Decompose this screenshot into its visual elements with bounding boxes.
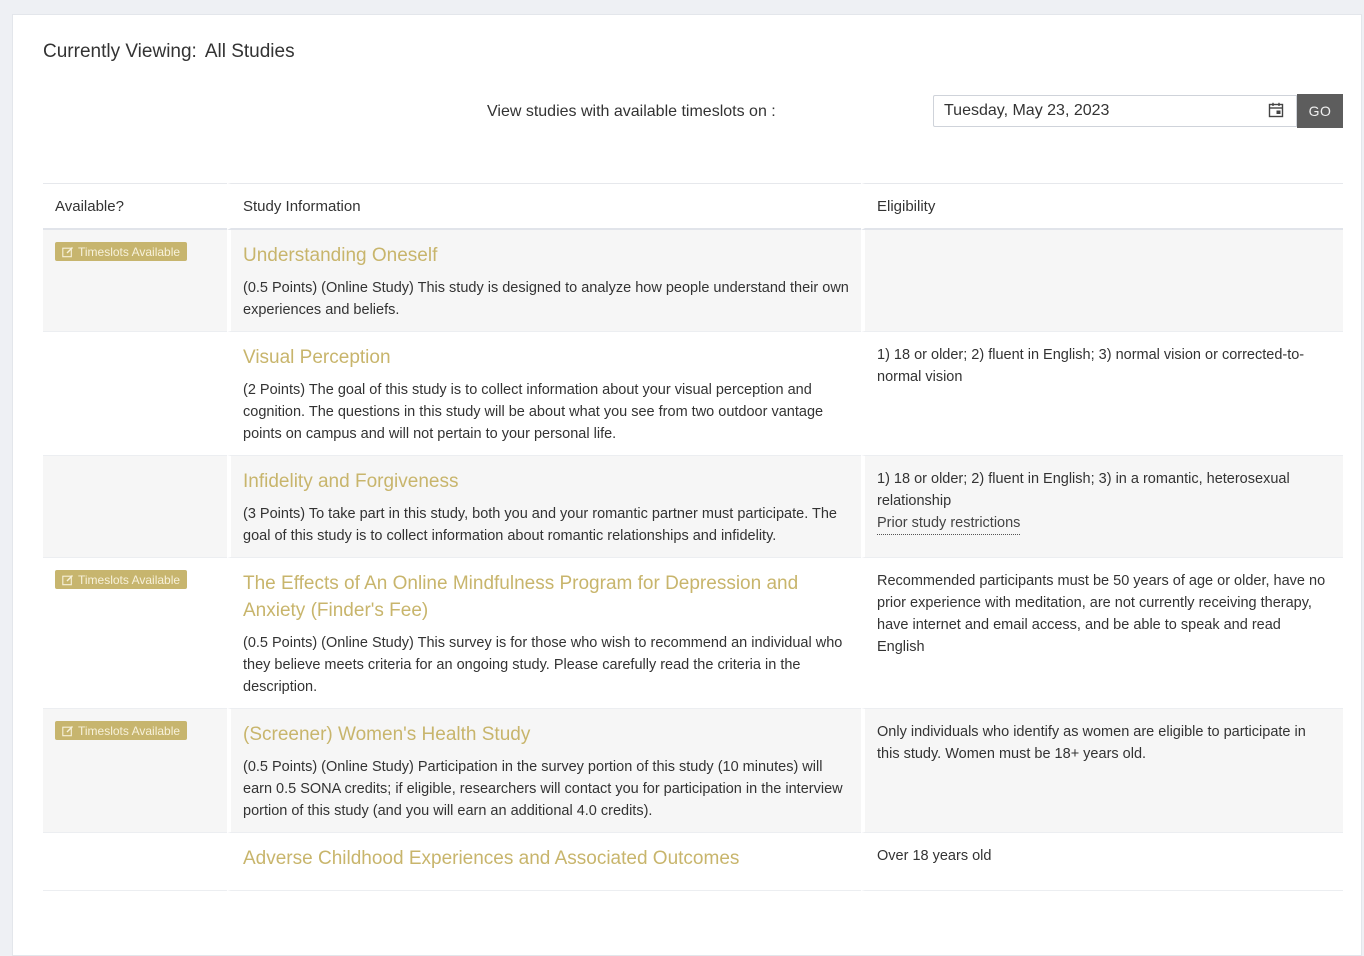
availability-cell: [43, 833, 227, 891]
date-filter: Tuesday, May 23, 2023 GO: [933, 94, 1343, 129]
timeslots-available-badge[interactable]: Timeslots Available: [55, 242, 188, 261]
column-header-eligibility: Eligibility: [861, 183, 1343, 230]
edit-icon: [62, 725, 73, 736]
timeslots-available-badge[interactable]: Timeslots Available: [55, 721, 188, 740]
study-title-link[interactable]: The Effects of An Online Mindfulness Pro…: [243, 570, 849, 624]
table-row: Timeslots Available (Screener) Women's He…: [43, 709, 1343, 833]
eligibility-cell: Recommended participants must be 50 year…: [861, 558, 1343, 709]
availability-cell: Timeslots Available: [43, 558, 227, 709]
availability-cell: [43, 456, 227, 558]
study-info-cell: Infidelity and Forgiveness (3 Points) To …: [227, 456, 861, 558]
column-header-study-information: Study Information: [227, 183, 861, 230]
date-input[interactable]: Tuesday, May 23, 2023: [933, 95, 1297, 127]
eligibility-cell: Over 18 years old: [861, 833, 1343, 891]
calendar-icon[interactable]: [1268, 102, 1284, 118]
edit-icon: [62, 246, 73, 257]
study-title-link[interactable]: Understanding Oneself: [243, 242, 849, 269]
timeslot-filter-label: View studies with available timeslots on…: [487, 103, 776, 120]
eligibility-cell: [861, 230, 1343, 332]
study-description: (0.5 Points) (Online Study) Participatio…: [243, 759, 843, 819]
eligibility-text: Over 18 years old: [877, 848, 992, 864]
table-row: Timeslots Available Understanding Oneself…: [43, 230, 1343, 332]
edit-icon: [62, 574, 73, 585]
study-description: (2 Points) The goal of this study is to …: [243, 382, 824, 442]
eligibility-text: 1) 18 or older; 2) fluent in English; 3)…: [877, 347, 1305, 385]
go-button[interactable]: GO: [1297, 94, 1343, 128]
timeslots-available-badge[interactable]: Timeslots Available: [55, 570, 188, 589]
badge-label: Timeslots Available: [78, 244, 181, 259]
study-title-link[interactable]: Visual Perception: [243, 344, 849, 371]
studies-table: Available? Study Information Eligibility…: [43, 183, 1343, 891]
badge-label: Timeslots Available: [78, 723, 181, 738]
viewing-label: Currently Viewing:: [43, 41, 197, 62]
study-title-link[interactable]: (Screener) Women's Health Study: [243, 721, 849, 748]
eligibility-text: 1) 18 or older; 2) fluent in English; 3)…: [877, 471, 1290, 509]
table-row: Timeslots Available The Effects of An Onl…: [43, 558, 1343, 709]
study-title-link[interactable]: Infidelity and Forgiveness: [243, 468, 849, 495]
eligibility-cell: 1) 18 or older; 2) fluent in English; 3)…: [861, 332, 1343, 456]
eligibility-text: Recommended participants must be 50 year…: [877, 573, 1326, 655]
study-info-cell: The Effects of An Online Mindfulness Pro…: [227, 558, 861, 709]
study-info-cell: Visual Perception (2 Points) The goal of …: [227, 332, 861, 456]
table-row: Visual Perception (2 Points) The goal of …: [43, 332, 1343, 456]
table-row: Infidelity and Forgiveness (3 Points) To …: [43, 456, 1343, 558]
prior-study-restrictions-link[interactable]: Prior study restrictions: [877, 512, 1021, 535]
currently-viewing: Currently Viewing: All Studies: [43, 41, 295, 63]
eligibility-cell: Only individuals who identify as women a…: [861, 709, 1343, 833]
availability-cell: [43, 332, 227, 456]
study-description: (0.5 Points) (Online Study) This survey …: [243, 635, 843, 695]
eligibility-cell: 1) 18 or older; 2) fluent in English; 3)…: [861, 456, 1343, 558]
study-description: (3 Points) To take part in this study, b…: [243, 506, 837, 544]
table-header-row: Available? Study Information Eligibility: [43, 183, 1343, 230]
study-info-cell: Adverse Childhood Experiences and Associ…: [227, 833, 861, 891]
badge-label: Timeslots Available: [78, 572, 181, 587]
column-header-available: Available?: [43, 183, 227, 230]
availability-cell: Timeslots Available: [43, 230, 227, 332]
study-info-cell: (Screener) Women's Health Study (0.5 Poin…: [227, 709, 861, 833]
study-description: (0.5 Points) (Online Study) This study i…: [243, 280, 849, 318]
table-row: Adverse Childhood Experiences and Associ…: [43, 833, 1343, 891]
viewing-value: All Studies: [204, 41, 295, 62]
studies-panel: Currently Viewing: All Studies View studi…: [12, 14, 1362, 956]
study-title-link[interactable]: Adverse Childhood Experiences and Associ…: [243, 845, 849, 872]
availability-cell: Timeslots Available: [43, 709, 227, 833]
study-info-cell: Understanding Oneself (0.5 Points) (Onlin…: [227, 230, 861, 332]
eligibility-text: Only individuals who identify as women a…: [877, 724, 1306, 762]
